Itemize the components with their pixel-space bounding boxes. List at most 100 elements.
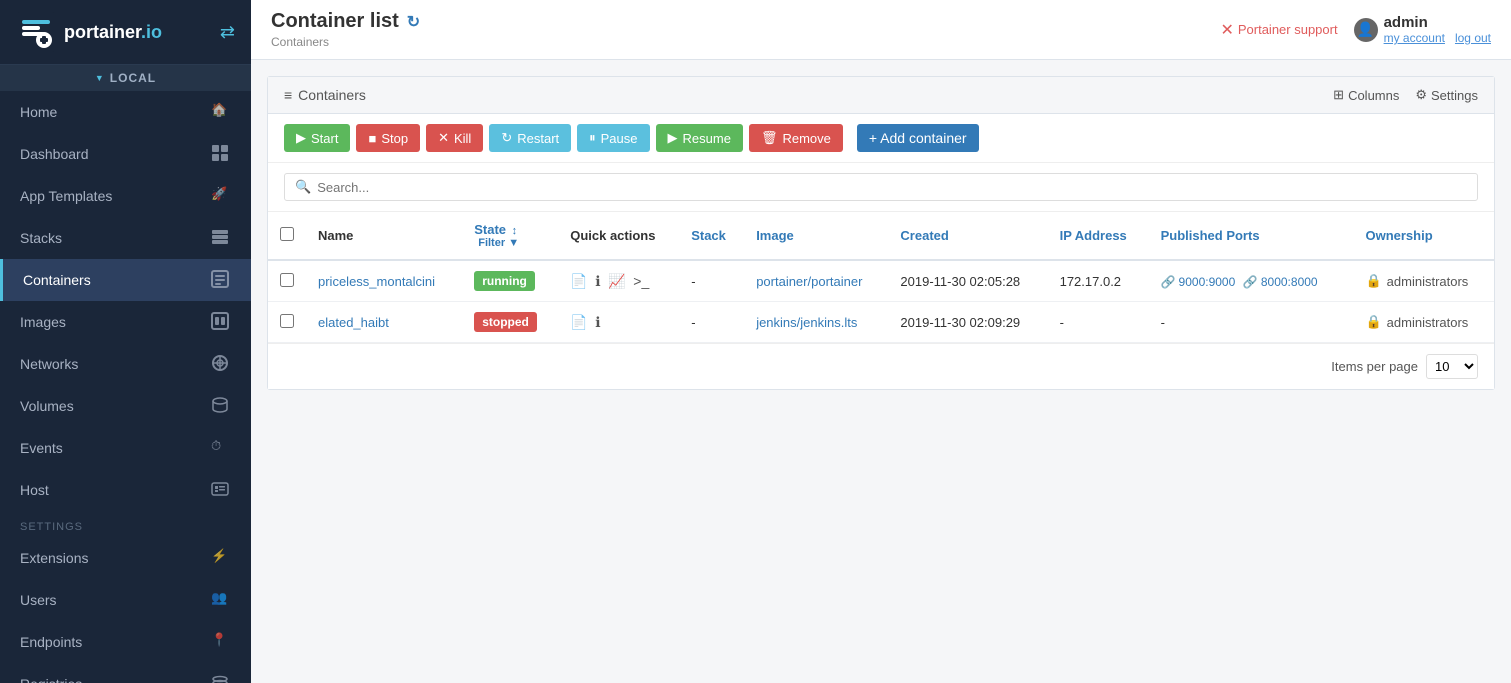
- logo-text: portainer.io: [64, 22, 162, 43]
- sidebar-toggle-icon[interactable]: ⇄: [220, 22, 235, 43]
- sidebar-item-events[interactable]: Events ⏱: [0, 427, 251, 469]
- stop-button[interactable]: ■ Stop: [356, 124, 420, 152]
- col-quick-actions: Quick actions: [558, 212, 679, 260]
- users-icon: 👥: [211, 590, 231, 610]
- kill-icon: ✕: [438, 130, 449, 146]
- settings-button[interactable]: ⚙ Settings: [1415, 87, 1478, 103]
- col-ip-address[interactable]: IP Address: [1048, 212, 1149, 260]
- sidebar-item-users[interactable]: Users 👥: [0, 579, 251, 621]
- my-account-link[interactable]: my account: [1384, 31, 1445, 45]
- resume-button[interactable]: ▶ Resume: [656, 124, 743, 152]
- ownership-cell2: 🔒 administrators: [1365, 314, 1482, 330]
- external-link-icon2: 🔗: [1243, 275, 1258, 289]
- sidebar-item-volumes[interactable]: Volumes: [0, 385, 251, 427]
- networks-icon: [211, 354, 231, 374]
- sidebar-item-host[interactable]: Host: [0, 469, 251, 511]
- user-avatar-icon: 👤: [1354, 18, 1378, 42]
- row2-checkbox[interactable]: [280, 314, 294, 328]
- external-link-icon: 🔗: [1161, 275, 1176, 289]
- start-button[interactable]: ▶ Start: [284, 124, 350, 152]
- sidebar-item-app-templates[interactable]: App Templates 🚀: [0, 175, 251, 217]
- search-input[interactable]: [317, 180, 1467, 195]
- status-badge: stopped: [474, 312, 537, 332]
- image-link[interactable]: portainer/portainer: [756, 274, 862, 289]
- stop-icon: ■: [368, 131, 376, 146]
- sidebar-item-stacks[interactable]: Stacks: [0, 217, 251, 259]
- kill-button[interactable]: ✕ Kill: [426, 124, 483, 152]
- settings-section-label: SETTINGS: [0, 511, 251, 537]
- list-icon: ≡: [284, 87, 292, 103]
- header-right: ✕ Portainer support 👤 admin my account l…: [1220, 14, 1491, 45]
- columns-button[interactable]: ⊞ Columns: [1333, 87, 1399, 103]
- restart-icon: ↻: [501, 130, 512, 146]
- pagination-select[interactable]: 10 25 50 100: [1426, 354, 1478, 379]
- user-info: 👤 admin my account log out: [1354, 14, 1491, 45]
- stack-cell: -: [679, 302, 744, 343]
- main-area: Container list ↻ Containers ✕ Portainer …: [251, 0, 1511, 683]
- console-icon[interactable]: >_: [633, 273, 649, 289]
- col-ownership[interactable]: Ownership: [1353, 212, 1494, 260]
- image-link2[interactable]: jenkins/jenkins.lts: [756, 315, 857, 330]
- port1-link[interactable]: 🔗 9000:9000: [1161, 275, 1236, 289]
- ports-cell: 🔗 9000:9000 🔗 8000:8000: [1149, 260, 1354, 302]
- inspect-icon[interactable]: ℹ: [595, 273, 600, 289]
- images-icon: [211, 312, 231, 332]
- endpoint-badge[interactable]: LOCAL: [0, 65, 251, 91]
- home-icon: 🏠: [211, 102, 231, 122]
- filter-label[interactable]: Filter ▼: [478, 237, 546, 249]
- container-name-link[interactable]: priceless_montalcini: [318, 274, 435, 289]
- filter-icon: ▼: [508, 237, 519, 249]
- sidebar-item-registries[interactable]: Registries: [0, 663, 251, 683]
- logs-icon2[interactable]: 📄: [570, 314, 587, 330]
- logs-icon[interactable]: 📄: [570, 273, 587, 289]
- table-row: elated_haibt stopped 📄 ℹ - jenk: [268, 302, 1494, 343]
- port2-link[interactable]: 🔗 8000:8000: [1243, 275, 1318, 289]
- pagination-label: Items per page: [1331, 359, 1418, 374]
- col-created[interactable]: Created: [888, 212, 1047, 260]
- registries-icon: [211, 674, 231, 683]
- start-icon: ▶: [296, 130, 306, 146]
- col-stack[interactable]: Stack: [679, 212, 744, 260]
- search-bar: 🔍: [268, 163, 1494, 212]
- content-area: ≡ Containers ⊞ Columns ⚙ Settings: [251, 60, 1511, 683]
- col-image[interactable]: Image: [744, 212, 888, 260]
- endpoints-icon: 📍: [211, 632, 231, 652]
- col-published-ports[interactable]: Published Ports: [1149, 212, 1354, 260]
- pause-button[interactable]: ⏸ Pause: [577, 124, 649, 152]
- col-name[interactable]: Name: [306, 212, 462, 260]
- stats-icon[interactable]: 📈: [608, 273, 625, 289]
- sidebar-item-endpoints[interactable]: Endpoints 📍: [0, 621, 251, 663]
- widget-actions: ⊞ Columns ⚙ Settings: [1333, 87, 1478, 103]
- inspect-icon2[interactable]: ℹ: [595, 314, 600, 330]
- add-container-button[interactable]: + Add container: [857, 124, 979, 152]
- remove-button[interactable]: 🗑 Remove: [749, 124, 843, 152]
- sidebar-item-networks[interactable]: Networks: [0, 343, 251, 385]
- containers-table: Name State ↕ Filter: [268, 212, 1494, 343]
- search-input-wrap: 🔍: [284, 173, 1478, 201]
- sidebar-item-containers[interactable]: Containers: [0, 259, 251, 301]
- sidebar-item-dashboard[interactable]: Dashboard: [0, 133, 251, 175]
- search-icon: 🔍: [295, 179, 311, 195]
- container-name-link[interactable]: elated_haibt: [318, 315, 389, 330]
- stack-cell: -: [679, 260, 744, 302]
- sidebar: portainer.io ⇄ LOCAL Home 🏠 Dashboard Ap…: [0, 0, 251, 683]
- portainer-support-link[interactable]: ✕ Portainer support: [1220, 20, 1337, 40]
- restart-button[interactable]: ↻ Restart: [489, 124, 571, 152]
- select-all-checkbox[interactable]: [280, 227, 294, 241]
- sidebar-item-extensions[interactable]: Extensions ⚡: [0, 537, 251, 579]
- containers-widget: ≡ Containers ⊞ Columns ⚙ Settings: [267, 76, 1495, 390]
- log-out-link[interactable]: log out: [1455, 31, 1491, 45]
- events-icon: ⏱: [211, 438, 231, 458]
- logo[interactable]: portainer.io ⇄: [0, 0, 251, 65]
- app-templates-icon: 🚀: [211, 186, 231, 206]
- row1-checkbox[interactable]: [280, 273, 294, 287]
- col-state[interactable]: State ↕ Filter ▼: [462, 212, 558, 260]
- created-cell: 2019-11-30 02:09:29: [888, 302, 1047, 343]
- volumes-icon: [211, 396, 231, 416]
- endpoint-label: LOCAL: [110, 71, 156, 85]
- ip-cell: -: [1048, 302, 1149, 343]
- breadcrumb: Containers: [271, 35, 420, 49]
- sidebar-item-images[interactable]: Images: [0, 301, 251, 343]
- refresh-icon[interactable]: ↻: [407, 12, 420, 32]
- sidebar-item-home[interactable]: Home 🏠: [0, 91, 251, 133]
